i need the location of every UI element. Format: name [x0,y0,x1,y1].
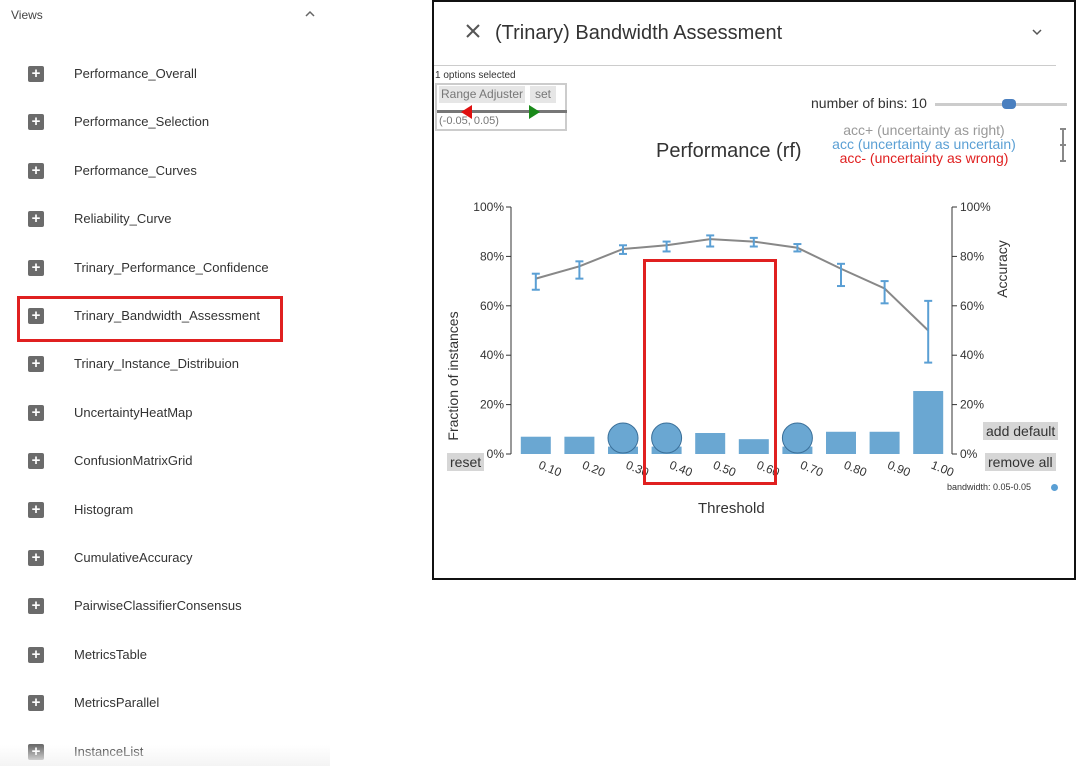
view-item-label: CumulativeAccuracy [74,550,193,565]
plus-icon[interactable]: + [28,356,44,373]
bar [520,436,551,454]
chart-title: Performance (rf) [656,140,802,162]
left-tick-label: 100% [473,200,504,214]
plus-icon[interactable]: + [28,646,44,663]
range-set-button[interactable]: set [530,86,557,103]
view-item[interactable]: + ConfusionMatrixGrid [28,447,328,475]
chevron-up-icon[interactable] [300,6,320,24]
right-tick-label: 100% [960,200,991,214]
options-selected-text: 1 options selected [435,70,516,81]
view-item-label: Trinary_Performance_Confidence [74,259,269,275]
views-header: Views [11,8,43,22]
x-tick-label: 0.10 [537,458,564,480]
plus-icon[interactable]: + [28,66,44,82]
left-tick-label: 60% [480,299,504,313]
view-item-label: Trinary_Instance_Distribuion [74,356,239,372]
view-item-label: Performance_Selection [74,114,210,130]
bandwidth-legend-label: bandwidth: 0.05-0.05 [947,482,1032,492]
view-item[interactable]: + Histogram [28,496,328,524]
view-item-label: Performance_Overall [74,66,197,81]
view-item-label: ConfusionMatrixGrid [74,453,193,469]
right-tick-label: 60% [960,299,984,313]
close-icon[interactable] [462,22,484,44]
error-bar-legend-icon [1060,128,1066,162]
range-adjuster-button[interactable]: Range Adjuster [439,86,526,103]
left-tick-label: 80% [480,249,504,263]
plus-icon[interactable]: + [28,211,44,228]
view-item[interactable]: + Performance_Curves [28,157,328,185]
view-item[interactable]: + Trinary_Instance_Distribuion [28,350,328,378]
plus-icon[interactable]: + [28,404,44,421]
bins-slider-handle[interactable] [1002,99,1016,109]
bar [869,431,900,454]
view-item-label: Performance_Curves [74,162,197,178]
view-item-label: UncertaintyHeatMap [74,404,193,420]
bandwidth-assessment-panel: (Trinary) Bandwidth Assessment 1 options… [432,0,1076,580]
range-adjuster: Range Adjuster set (-0.05, 0.05) [435,83,567,131]
x-tick-label: 0.80 [842,458,869,480]
view-item-label: MetricsParallel [74,695,160,711]
right-tick-label: 80% [960,249,984,263]
right-tick-label: 20% [960,398,984,412]
view-item[interactable]: + Trinary_Performance_Confidence [28,254,328,282]
bar-bubble [607,422,639,454]
remove-all-button[interactable]: remove all [985,453,1056,471]
bar-bubble [781,422,813,454]
x-tick-label: 0.70 [798,458,825,480]
view-item[interactable]: + Performance_Selection [28,108,328,136]
left-tick-label: 0% [487,447,505,461]
panel-title: (Trinary) Bandwidth Assessment [495,22,783,44]
range-value: (-0.05, 0.05) [439,115,499,127]
view-item[interactable]: + UncertaintyHeatMap [28,399,328,427]
legend-acc-minus: acc- (uncertainty as wrong) [839,150,1009,166]
view-item[interactable]: + Performance_Overall [28,60,328,88]
bandwidth-legend-dot [1051,484,1058,491]
view-item-label: PairwiseClassifierConsensus [74,598,242,614]
view-item[interactable]: + MetricsTable [28,641,328,669]
bar [826,431,856,454]
left-tick-label: 40% [480,348,504,362]
plus-icon[interactable]: + [28,453,44,470]
chevron-down-icon[interactable] [1026,24,1048,46]
view-item[interactable]: + PairwiseClassifierConsensus [28,592,328,620]
view-item-label: Reliability_Curve [74,211,172,227]
add-default-button[interactable]: add default [983,422,1059,440]
plus-icon[interactable]: + [28,259,44,276]
plus-icon[interactable]: + [28,162,44,179]
plus-icon[interactable]: + [28,550,44,566]
plus-icon[interactable]: + [28,501,44,518]
view-item-label: MetricsTable [74,646,147,662]
views-scroll-fade [0,745,330,766]
plus-icon[interactable]: + [28,598,44,615]
view-item[interactable]: + Reliability_Curve [28,205,328,233]
reset-button[interactable]: reset [447,453,485,471]
right-axis-label: Accuracy [994,240,1010,298]
x-tick-label: 0.20 [580,458,607,480]
range-track [437,110,567,113]
left-axis-label: Fraction of instances [445,311,461,440]
panel-divider [434,65,1056,66]
bins-label: number of bins: 10 [811,95,927,111]
right-tick-label: 0% [960,447,978,461]
x-axis-label: Threshold [698,500,765,517]
bar [913,391,944,454]
bins-slider-track[interactable] [935,103,1067,106]
selected-view-highlight [17,296,283,342]
view-item[interactable]: + MetricsParallel [28,689,328,717]
view-item[interactable]: + CumulativeAccuracy [28,544,328,572]
views-panel: Views + Performance_Overall + Performance_S… [0,0,330,766]
x-tick-label: 1.00 [929,458,956,480]
plus-icon[interactable]: + [28,114,44,131]
right-tick-label: 40% [960,348,984,362]
x-tick-label: 0.90 [885,458,912,480]
view-item-label: Histogram [74,501,134,517]
range-right-handle-icon[interactable] [529,105,540,119]
plus-icon[interactable]: + [28,695,44,712]
left-tick-label: 20% [480,398,504,412]
highlight-box [643,259,777,485]
bar [564,436,595,454]
